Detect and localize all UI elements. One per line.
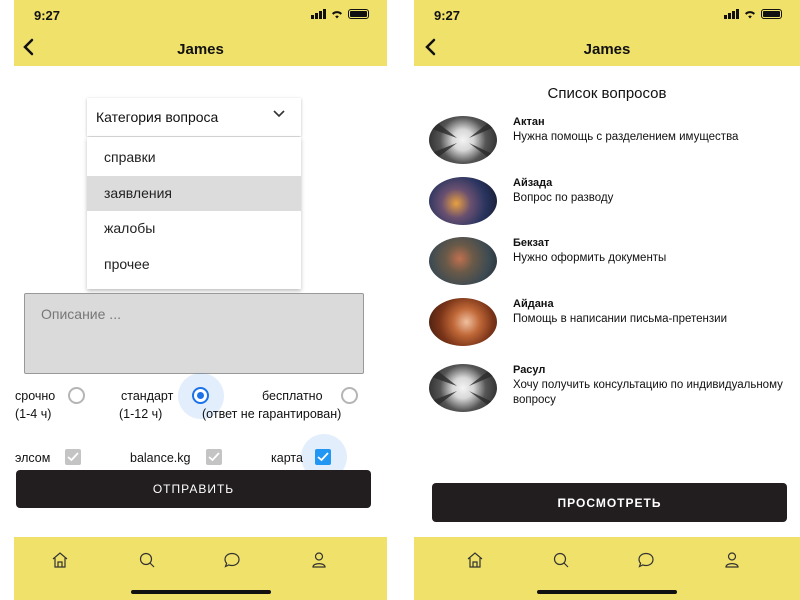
payment-balance-label: balance.kg xyxy=(130,451,191,465)
home-icon[interactable] xyxy=(51,551,69,569)
avatar xyxy=(429,298,497,346)
nav-bar: James xyxy=(14,30,387,66)
chat-icon[interactable] xyxy=(637,551,655,569)
category-dropdown: справки заявления жалобы прочее xyxy=(87,137,301,289)
payment-balance-checkbox[interactable] xyxy=(206,449,222,465)
view-button[interactable]: ПРОСМОТРЕТЬ xyxy=(432,483,787,522)
chat-icon[interactable] xyxy=(223,551,241,569)
status-bar: 9:27 xyxy=(414,0,800,30)
status-time: 9:27 xyxy=(434,8,461,23)
question-item[interactable]: Бекзат Нужно оформить документы xyxy=(429,237,789,289)
urgency-standard-label: стандарт xyxy=(121,389,174,403)
cellular-signal-icon xyxy=(311,9,326,19)
nav-bar: James xyxy=(414,30,800,66)
question-text: Вопрос по разводу xyxy=(513,192,614,204)
payment-card-label: карта xyxy=(271,451,303,465)
wifi-icon xyxy=(745,11,755,19)
question-item[interactable]: Айдана Помощь в написании письма-претенз… xyxy=(429,298,789,350)
question-author: Актан xyxy=(513,116,545,128)
avatar xyxy=(429,177,497,225)
question-author: Айзада xyxy=(513,177,553,189)
urgency-urgent-label: срочно xyxy=(15,389,56,403)
question-author: Бекзат xyxy=(513,237,550,249)
question-item[interactable]: Айзада Вопрос по разводу xyxy=(429,177,789,229)
submit-button[interactable]: ОТПРАВИТЬ xyxy=(16,470,371,508)
description-placeholder: Описание ... xyxy=(41,306,121,322)
question-text: Хочу получить консультацию по индивидуал… xyxy=(513,379,783,406)
question-item[interactable]: Расул Хочу получить консультацию по инди… xyxy=(429,364,789,416)
profile-icon[interactable] xyxy=(310,551,328,569)
question-list-title: Список вопросов xyxy=(547,85,667,102)
question-author: Расул xyxy=(513,364,546,376)
category-select[interactable]: Категория вопроса xyxy=(87,98,301,136)
avatar xyxy=(429,364,497,412)
question-item[interactable]: Актан Нужна помощь с разделением имущест… xyxy=(429,116,789,168)
tab-bar xyxy=(414,537,800,600)
urgency-free-label: бесплатно xyxy=(262,389,323,403)
view-button-label: ПРОСМОТРЕТЬ xyxy=(557,495,662,510)
submit-button-label: ОТПРАВИТЬ xyxy=(152,482,235,496)
search-icon[interactable] xyxy=(138,551,156,569)
question-text: Помощь в написании письма-претензии xyxy=(513,313,728,325)
home-indicator xyxy=(537,590,677,594)
cellular-signal-icon xyxy=(724,9,739,19)
payment-elsom-checkbox[interactable] xyxy=(65,449,81,465)
wifi-icon xyxy=(332,11,342,19)
avatar xyxy=(429,237,497,285)
description-field[interactable]: Описание ... xyxy=(24,293,364,374)
urgency-standard-radio[interactable] xyxy=(192,387,209,404)
dropdown-option-applications[interactable]: заявления xyxy=(87,175,301,211)
dropdown-option-certificates[interactable]: справки xyxy=(87,140,301,176)
nav-title: James xyxy=(177,41,224,58)
urgency-free-note: (ответ не гарантирован) xyxy=(202,407,342,421)
dropdown-option-complaints[interactable]: жалобы xyxy=(87,211,301,247)
urgency-urgent-note: (1-4 ч) xyxy=(15,407,52,421)
category-select-label: Категория вопроса xyxy=(96,109,219,125)
tab-bar xyxy=(14,537,387,600)
search-icon[interactable] xyxy=(552,551,570,569)
dropdown-option-other[interactable]: прочее xyxy=(87,247,301,283)
right-screen: 9:27 James Список вопросов Актан Нужна п… xyxy=(414,0,800,600)
payment-elsom-label: элсом xyxy=(15,451,51,465)
battery-icon xyxy=(761,9,782,19)
payment-card-checkbox[interactable] xyxy=(315,449,331,465)
question-text: Нужна помощь с разделением имущества xyxy=(513,131,739,143)
urgency-urgent-radio[interactable] xyxy=(68,387,85,404)
status-icons xyxy=(311,9,369,19)
status-icons xyxy=(724,9,782,19)
nav-title: James xyxy=(583,41,631,58)
urgency-standard-note: (1-12 ч) xyxy=(119,407,163,421)
question-author: Айдана xyxy=(513,298,554,310)
home-indicator xyxy=(130,590,271,594)
home-icon[interactable] xyxy=(466,551,484,569)
chevron-down-icon xyxy=(273,110,285,118)
left-screen: 9:27 James Категория вопроса справки зая… xyxy=(14,0,387,600)
battery-icon xyxy=(348,9,369,19)
status-bar: 9:27 xyxy=(14,0,387,30)
profile-icon[interactable] xyxy=(723,551,741,569)
status-time: 9:27 xyxy=(34,8,61,23)
avatar xyxy=(429,116,497,164)
urgency-free-radio[interactable] xyxy=(341,387,358,404)
question-text: Нужно оформить документы xyxy=(513,252,667,264)
